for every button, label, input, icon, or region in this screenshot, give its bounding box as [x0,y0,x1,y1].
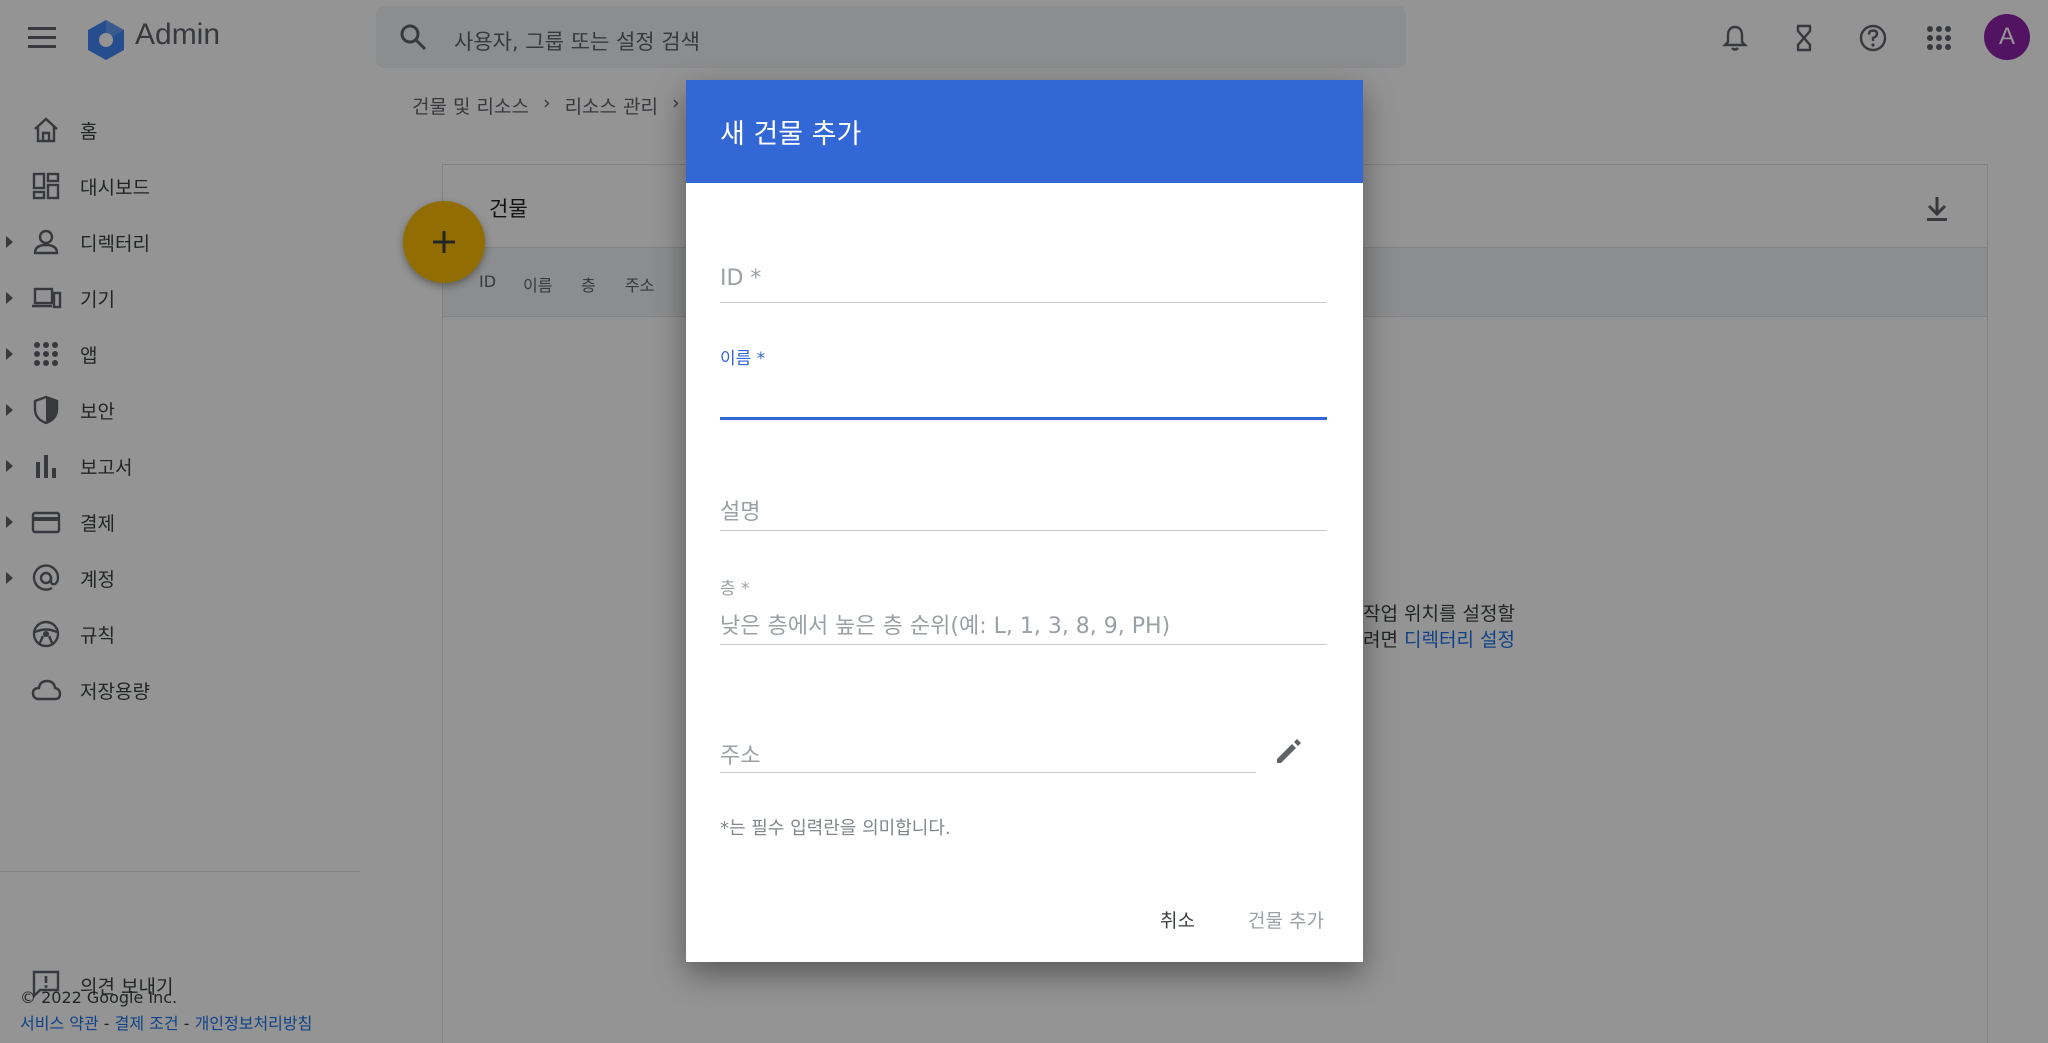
name-field-underline [720,417,1327,420]
dialog-title: 새 건물 추가 [720,119,862,150]
id-field-underline [720,302,1327,303]
required-fields-note: *는 필수 입력란을 의미합니다. [720,818,951,839]
address-field-underline [720,772,1256,773]
id-field-label: ID * [720,266,762,291]
floors-field-label: 층 * [720,579,750,599]
description-field-underline [720,530,1327,531]
floors-field[interactable]: 층 * 낮은 층에서 높은 층 순위(예: L, 1, 3, 8, 9, PH) [720,572,1327,654]
address-field-label: 주소 [720,744,761,769]
description-field[interactable]: 설명 [720,488,1327,538]
dialog-header: 새 건물 추가 [686,80,1363,183]
cancel-button[interactable]: 취소 [1160,906,1195,933]
floors-input[interactable]: 낮은 층에서 높은 층 순위(예: L, 1, 3, 8, 9, PH) [720,608,1170,640]
description-field-label: 설명 [720,500,761,525]
add-building-dialog: 새 건물 추가 ID * 이름 * 설명 층 * 낮은 층에서 높은 층 순위(… [686,80,1363,962]
id-field[interactable]: ID * [720,260,1327,310]
address-field[interactable]: 주소 [720,734,1327,784]
name-field[interactable]: 이름 * [720,342,1327,422]
name-field-label: 이름 * [720,349,766,369]
edit-pencil-icon[interactable] [1272,734,1306,768]
floors-field-underline [720,644,1327,645]
add-building-button[interactable]: 건물 추가 [1248,906,1324,933]
name-input[interactable] [720,372,1327,412]
